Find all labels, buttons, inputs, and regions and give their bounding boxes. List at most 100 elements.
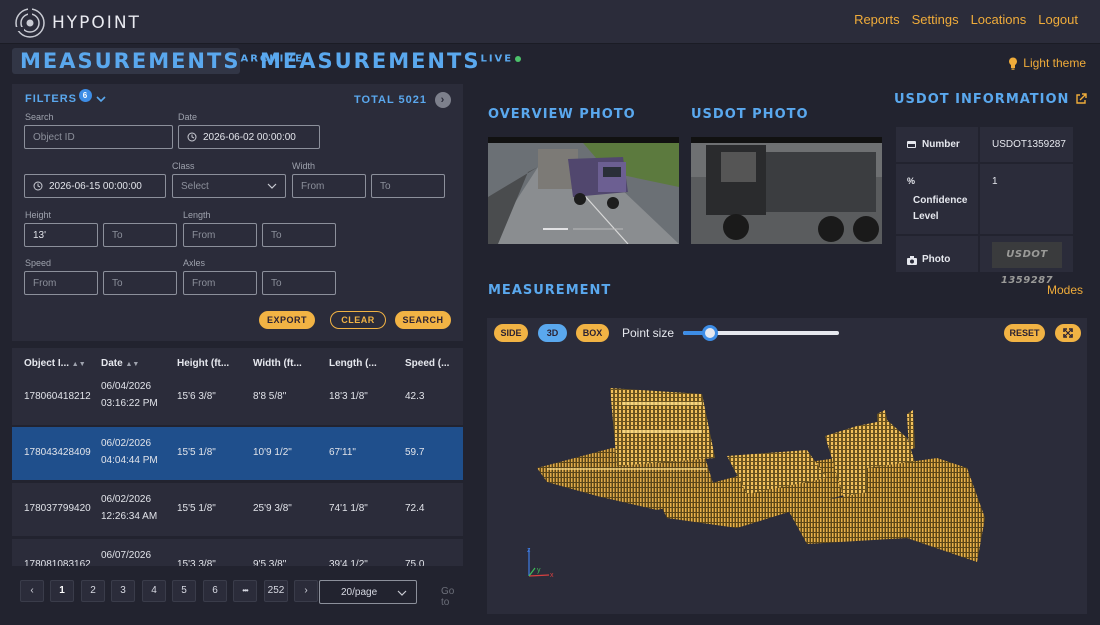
usdot-photo-row: Photo USDOT 1359287 [896, 236, 1073, 286]
total-label: TOTAL 5021 [354, 94, 427, 106]
chevron-right-circle-icon[interactable]: › [435, 92, 451, 108]
class-label: Class [172, 161, 195, 171]
filters-panel: FILTERS 6 TOTAL 5021 › Search Object ID … [12, 84, 463, 341]
overview-photo-title: OVERVIEW PHOTO [488, 107, 636, 122]
light-theme-label: Light theme [1023, 56, 1086, 70]
length-from-input[interactable]: From [183, 223, 257, 247]
cell-speed: 72.4 [405, 503, 425, 514]
table-row[interactable]: 178037799420 06/02/2026 12:26:34 AM 15'5… [12, 483, 463, 536]
axles-label: Axles [183, 258, 206, 268]
total-count: TOTAL 5021 › [354, 92, 451, 108]
cell-time: 04:04:44 PM [101, 455, 158, 466]
speed-from-input[interactable]: From [24, 271, 98, 295]
measurement-title: MEASUREMENT [488, 283, 612, 298]
clock-icon [187, 132, 197, 142]
nav-locations[interactable]: Locations [971, 12, 1027, 27]
point-cloud-render: z x y [527, 388, 985, 579]
cell-height: 15'6 3/8" [177, 391, 216, 402]
page-5[interactable]: 5 [172, 580, 196, 602]
tab-live-title: MEASUREMENTS [260, 49, 481, 73]
table-row[interactable]: 178081083162 06/07/2026 15'3 3/8" 9'5 3/… [12, 539, 463, 566]
table-row[interactable]: 178060418212 06/04/2026 03:16:22 PM 15'6… [12, 375, 463, 425]
width-to-input[interactable]: To [371, 174, 445, 198]
search-button[interactable]: SEARCH [395, 311, 451, 329]
logo[interactable]: HYPOINT [14, 7, 141, 39]
cell-time: 03:16:22 PM [101, 398, 158, 409]
cell-length: 67'11" [329, 447, 356, 458]
col-width[interactable]: Width (ft... [253, 358, 302, 369]
clear-button[interactable]: CLEAR [330, 311, 386, 329]
width-label: Width [292, 161, 316, 171]
cell-object-id: 178081083162 [24, 559, 91, 566]
usdot-plate-image[interactable]: USDOT 1359287 [992, 242, 1062, 286]
usdot-photo-label: Photo [922, 254, 951, 265]
date-from-value: 2026-06-02 00:00:00 [203, 132, 296, 143]
usdot-number-row: Number USDOT1359287 [896, 127, 1073, 164]
svg-text:x: x [550, 572, 554, 579]
cell-object-id: 178037799420 [24, 503, 91, 514]
search-input[interactable]: Object ID [24, 125, 173, 149]
col-height[interactable]: Height (ft... [177, 358, 229, 369]
page-6[interactable]: 6 [203, 580, 227, 602]
col-object-id[interactable]: Object I... ▲▼ [24, 358, 86, 369]
more-pages-button[interactable]: ••• [233, 580, 257, 602]
nav-settings[interactable]: Settings [912, 12, 959, 27]
main-nav: Reports Settings Locations Logout [854, 12, 1078, 27]
chevron-down-icon [267, 183, 277, 189]
col-length[interactable]: Length (... [329, 358, 377, 369]
point-cloud-viewer[interactable]: SIDE 3D BOX Point size RESET z x y [487, 318, 1087, 614]
col-date-label: Date [101, 358, 123, 369]
page-size-select[interactable]: 20/page [319, 580, 417, 604]
height-to-input[interactable]: To [103, 223, 177, 247]
cell-height: 15'5 1/8" [177, 447, 216, 458]
cell-date: 06/04/2026 [101, 381, 152, 392]
speed-to-input[interactable]: To [103, 271, 177, 295]
usdot-number-value: USDOT1359287 [992, 139, 1066, 150]
tab-live-sup: LIVE [480, 53, 514, 65]
class-select-value: Select [181, 181, 209, 192]
export-button[interactable]: EXPORT [259, 311, 315, 329]
speed-label: Speed [25, 258, 52, 268]
page-1[interactable]: 1 [50, 580, 74, 602]
col-speed[interactable]: Speed (... [405, 358, 449, 369]
overview-photo[interactable] [488, 137, 679, 244]
page-size-value: 20/page [341, 587, 378, 598]
page-3[interactable]: 3 [111, 580, 135, 602]
page-2[interactable]: 2 [81, 580, 105, 602]
date-from-input[interactable]: 2026-06-02 00:00:00 [178, 125, 320, 149]
prev-page-button[interactable]: ‹ [20, 580, 44, 602]
cell-speed: 42.3 [405, 391, 425, 402]
axles-to-input[interactable]: To [262, 271, 336, 295]
usdot-confidence-key: % Confidence Level [896, 164, 980, 234]
next-page-button[interactable]: › [294, 580, 318, 602]
page-4[interactable]: 4 [142, 580, 166, 602]
tab-measurements-archive[interactable]: MEASUREMENTSARCHIVE [12, 48, 302, 74]
light-theme-toggle[interactable]: Light theme [1008, 56, 1086, 70]
table-row-selected[interactable]: 178043428409 06/02/2026 04:04:44 PM 15'5… [12, 427, 463, 480]
cell-date: 06/02/2026 [101, 438, 152, 449]
cell-width: 25'9 3/8" [253, 503, 292, 514]
logo-text: HYPOINT [52, 13, 141, 33]
modes-link[interactable]: Modes [1047, 283, 1083, 297]
cell-object-id: 178060418212 [24, 391, 91, 402]
nav-reports[interactable]: Reports [854, 12, 900, 27]
cell-width: 10'9 1/2" [253, 447, 292, 458]
nav-logout[interactable]: Logout [1038, 12, 1078, 27]
usdot-photo[interactable] [691, 137, 882, 244]
length-to-input[interactable]: To [262, 223, 336, 247]
percent-icon: % [907, 176, 916, 186]
page-last[interactable]: 252 [264, 580, 288, 602]
tab-measurements-live[interactable]: MEASUREMENTSLIVE [260, 48, 522, 74]
width-from-input[interactable]: From [292, 174, 366, 198]
filters-toggle[interactable]: FILTERS 6 [25, 88, 106, 105]
axles-from-input[interactable]: From [183, 271, 257, 295]
lightbulb-icon [1009, 57, 1018, 70]
col-date[interactable]: Date ▲▼ [101, 358, 139, 369]
cell-height: 15'3 3/8" [177, 559, 216, 566]
external-link-icon[interactable] [1075, 93, 1087, 105]
date-to-input[interactable]: 2026-06-15 00:00:00 [24, 174, 166, 198]
class-select[interactable]: Select [172, 174, 286, 198]
filters-count-badge: 6 [79, 88, 93, 102]
cell-length: 18'3 1/8" [329, 391, 368, 402]
height-from-input[interactable]: 13' [24, 223, 98, 247]
